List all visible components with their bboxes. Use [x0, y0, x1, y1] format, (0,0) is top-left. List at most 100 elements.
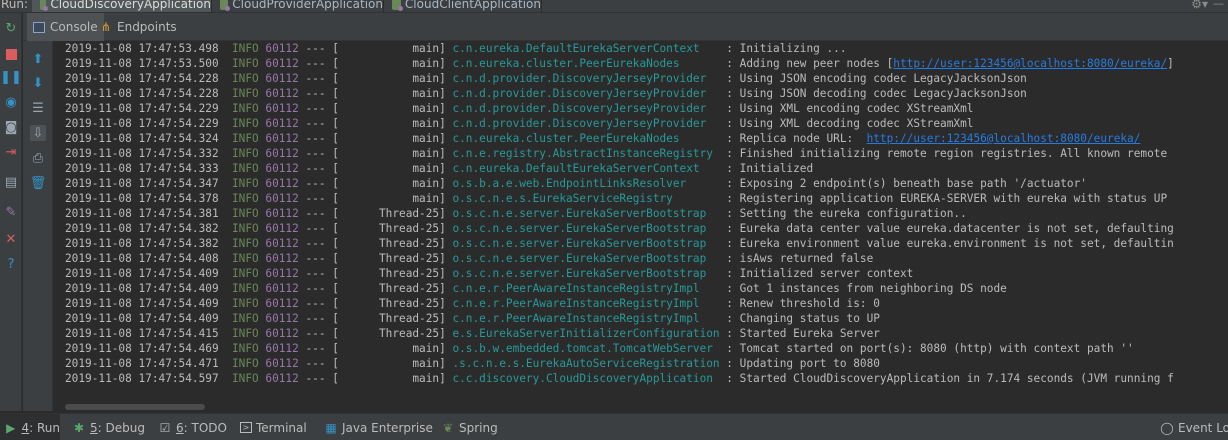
- log-message: : isAws returned false: [719, 252, 874, 265]
- tool-window-bar: ▶ 4: Run ✱ 5: Debug ☑ 6: TODO > Terminal…: [0, 413, 1228, 440]
- tool-todo[interactable]: ☑ 6: TODO: [158, 414, 227, 440]
- console-output[interactable]: 2019-11-08 17:47:53.498 INFO 60112 --- […: [54, 41, 1228, 411]
- run-tab-cloud-client[interactable]: CloudClientApplication: [384, 0, 542, 12]
- log-timestamp: 2019-11-08 17:47:54.409: [65, 312, 219, 325]
- log-message: : Changing status to UP: [719, 312, 880, 325]
- browser-icon[interactable]: ◉: [3, 95, 19, 111]
- rerun-icon[interactable]: ↻: [3, 21, 19, 37]
- log-thread: [ main]: [332, 132, 446, 145]
- soft-wrap-icon[interactable]: ☰: [30, 100, 46, 116]
- log-level: INFO: [231, 342, 259, 355]
- log-separator: ---: [305, 372, 326, 385]
- log-pid: 60112: [265, 87, 299, 100]
- log-message: : Setting the eureka configuration..: [719, 207, 967, 220]
- log-logger: c.c.discovery.CloudDiscoveryApplication: [452, 372, 720, 385]
- tool-spring[interactable]: ❦ Spring: [441, 414, 498, 440]
- tab-console-label: Console: [50, 20, 98, 34]
- tool-debug[interactable]: ✱ 5: Debug: [72, 414, 145, 440]
- log-timestamp: 2019-11-08 17:47:54.597: [65, 372, 219, 385]
- log-line: 2019-11-08 17:47:54.347 INFO 60112 --- […: [65, 176, 1174, 191]
- log-logger: c.n.d.provider.DiscoveryJerseyProvider: [452, 117, 720, 130]
- tool-terminal[interactable]: > Terminal: [240, 414, 307, 440]
- stop-icon[interactable]: [3, 46, 19, 62]
- horizontal-scrollbar[interactable]: [65, 404, 205, 410]
- hide-icon[interactable]: —: [1213, 0, 1224, 10]
- camera-icon[interactable]: ◙: [3, 120, 19, 136]
- log-timestamp: 2019-11-08 17:47:54.408: [65, 252, 219, 265]
- trash-icon[interactable]: 🗑: [30, 175, 47, 191]
- tab-endpoints[interactable]: ⋔ Endpoints: [95, 13, 183, 41]
- log-logger: c.n.d.provider.DiscoveryJerseyProvider: [452, 87, 720, 100]
- tool-run-label: : Run: [29, 420, 60, 435]
- run-tab-cloud-discovery[interactable]: CloudDiscoveryApplication: [32, 0, 212, 12]
- log-line: 2019-11-08 17:47:54.409 INFO 60112 --- […: [65, 266, 1174, 281]
- log-pid: 60112: [265, 342, 299, 355]
- console-subtabs: Console ⋔ Endpoints: [23, 13, 1228, 41]
- log-thread: [ Thread-25]: [332, 312, 446, 325]
- log-message: : Adding new peer nodes [: [719, 57, 894, 70]
- gear-icon[interactable]: ⚙▾: [1191, 0, 1208, 11]
- log-logger: o.s.c.n.e.server.EurekaServerBootstrap: [452, 222, 720, 235]
- login-icon[interactable]: ⇥: [3, 145, 19, 161]
- tool-event-log[interactable]: ◯ Event Log: [1160, 414, 1228, 440]
- log-level: INFO: [231, 372, 259, 385]
- up-arrow-icon[interactable]: ⬆: [30, 51, 46, 67]
- log-timestamp: 2019-11-08 17:47:54.409: [65, 267, 219, 280]
- log-separator: ---: [305, 222, 326, 235]
- log-line: 2019-11-08 17:47:53.498 INFO 60112 --- […: [65, 41, 1174, 56]
- log-level: INFO: [231, 162, 259, 175]
- log-separator: ---: [305, 132, 326, 145]
- log-timestamp: 2019-11-08 17:47:54.228: [65, 72, 219, 85]
- log-timestamp: 2019-11-08 17:47:53.498: [65, 42, 219, 55]
- print-icon[interactable]: ⎙: [30, 150, 46, 166]
- log-line: 2019-11-08 17:47:54.382 INFO 60112 --- […: [65, 236, 1174, 251]
- tab-endpoints-label: Endpoints: [117, 20, 177, 34]
- java-enterprise-icon: ▦: [325, 420, 337, 435]
- log-pid: 60112: [265, 147, 299, 160]
- spring-icon: ❦: [442, 420, 454, 435]
- close-icon[interactable]: ✕: [3, 232, 19, 248]
- log-logger: o.s.c.n.e.server.EurekaServerBootstrap: [452, 237, 720, 250]
- layout-icon[interactable]: ▤: [3, 175, 19, 191]
- tool-java-enterprise[interactable]: ▦ Java Enterprise: [324, 414, 433, 440]
- log-logger: c.n.e.r.PeerAwareInstanceRegistryImpl: [452, 312, 720, 325]
- log-line: 2019-11-08 17:47:54.229 INFO 60112 --- […: [65, 116, 1174, 131]
- help-icon[interactable]: ?: [3, 257, 19, 273]
- log-lines: 2019-11-08 17:47:53.498 INFO 60112 --- […: [65, 41, 1174, 386]
- spring-boot-icon: [40, 0, 49, 11]
- tab-console[interactable]: Console: [27, 13, 104, 41]
- run-tab-cloud-provider[interactable]: CloudProviderApplication: [212, 0, 384, 12]
- log-line: 2019-11-08 17:47:54.409 INFO 60112 --- […: [65, 296, 1174, 311]
- pause-icon[interactable]: ❚❚: [0, 70, 22, 86]
- log-level: INFO: [231, 207, 259, 220]
- endpoints-icon: ⋔: [101, 20, 112, 34]
- log-line: 2019-11-08 17:47:54.469 INFO 60112 --- […: [65, 341, 1174, 356]
- log-line: 2019-11-08 17:47:54.333 INFO 60112 --- […: [65, 161, 1174, 176]
- log-pid: 60112: [265, 252, 299, 265]
- log-link[interactable]: http://user:123456@localhost:8080/eureka…: [867, 132, 1141, 145]
- log-message: : Exposing 2 endpoint(s) beneath base pa…: [719, 177, 1087, 190]
- log-link[interactable]: http://user:123456@localhost:8080/eureka…: [893, 57, 1167, 70]
- log-level: INFO: [231, 117, 259, 130]
- tool-todo-mnemonic: 6: [176, 420, 184, 435]
- run-tool-window-header: Run: CloudDiscoveryApplication CloudProv…: [0, 0, 1228, 13]
- log-logger: c.n.eureka.DefaultEurekaServerContext: [452, 162, 720, 175]
- log-timestamp: 2019-11-08 17:47:54.471: [65, 357, 219, 370]
- scroll-to-end-icon[interactable]: ⇩: [30, 125, 46, 141]
- pin-icon[interactable]: ✎: [3, 205, 19, 221]
- log-message: : Registering application EUREKA-SERVER …: [719, 192, 1168, 205]
- log-line: 2019-11-08 17:47:54.378 INFO 60112 --- […: [65, 191, 1174, 206]
- down-arrow-icon[interactable]: ⬇: [30, 75, 46, 91]
- log-separator: ---: [305, 267, 326, 280]
- log-pid: 60112: [265, 162, 299, 175]
- log-separator: ---: [305, 237, 326, 250]
- log-pid: 60112: [265, 132, 299, 145]
- log-level: INFO: [231, 267, 259, 280]
- log-timestamp: 2019-11-08 17:47:54.382: [65, 222, 219, 235]
- log-level: INFO: [231, 357, 259, 370]
- tool-run[interactable]: ▶ 4: Run: [0, 414, 60, 440]
- log-line: 2019-11-08 17:47:53.500 INFO 60112 --- […: [65, 56, 1174, 71]
- log-timestamp: 2019-11-08 17:47:54.229: [65, 117, 219, 130]
- log-separator: ---: [305, 327, 326, 340]
- log-pid: 60112: [265, 57, 299, 70]
